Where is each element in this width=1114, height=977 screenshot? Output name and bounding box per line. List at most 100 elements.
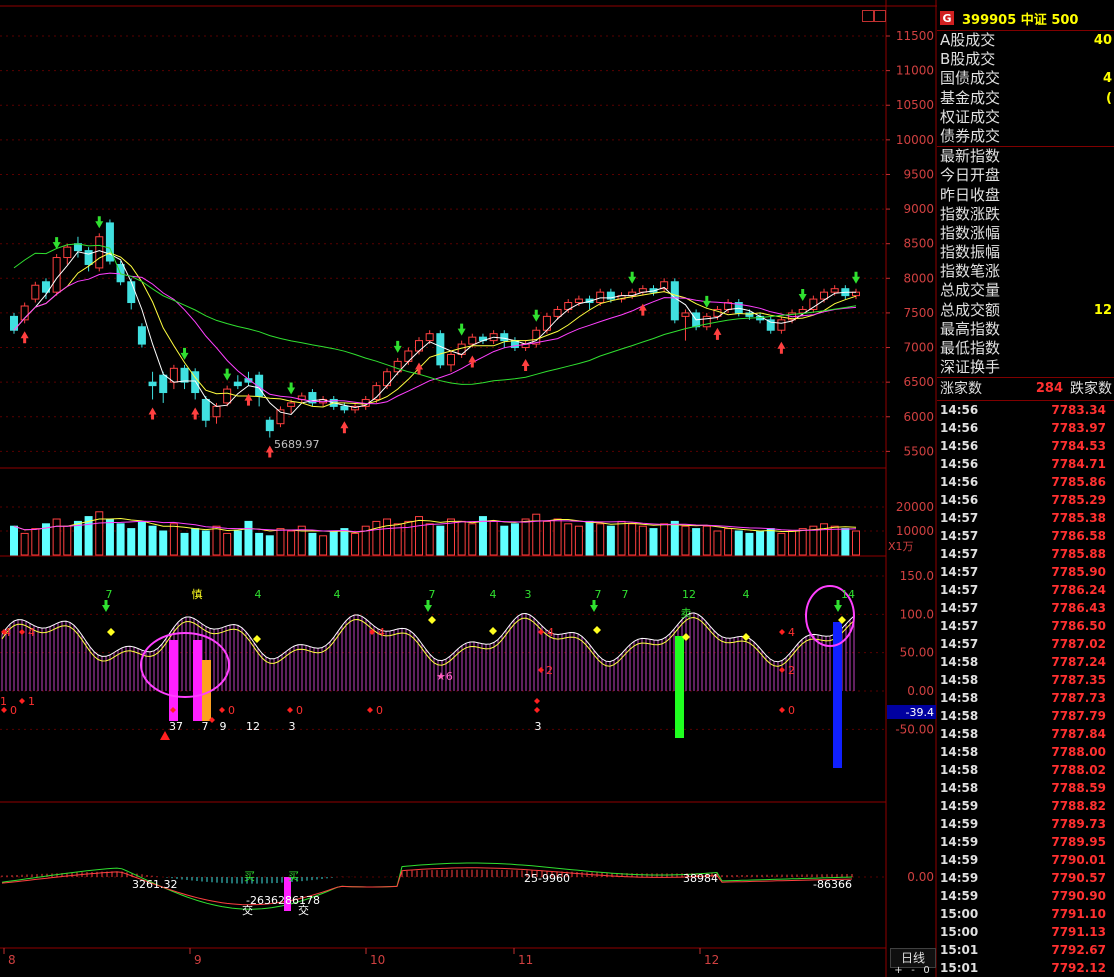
tick-time: 14:59 — [940, 799, 979, 814]
signal-count: 0 — [788, 704, 795, 717]
tick-row: 14:57 7785.90 — [937, 563, 1114, 581]
tick-price: 7791.13 — [1051, 925, 1106, 940]
buy-arrow-icon — [148, 407, 157, 420]
tick-list[interactable]: 14:56 7783.34 14:56 7783.97 14:56 7784.53 14:5… — [937, 401, 1114, 977]
volume-bar — [180, 532, 189, 556]
tick-row: 14:58 7788.59 — [937, 779, 1114, 797]
volume-bar — [169, 523, 178, 556]
tick-price: 7783.34 — [1051, 403, 1106, 418]
tick-row: 14:58 7787.35 — [937, 671, 1114, 689]
tick-time: 14:57 — [940, 565, 979, 580]
indicator-tick-label: -50.00 — [895, 722, 934, 736]
candle — [95, 236, 104, 269]
volume-bar — [617, 520, 626, 556]
macd-tick-label: 0.00 — [907, 870, 934, 884]
red-diamond-icon — [538, 629, 544, 635]
tick-price: 7787.79 — [1051, 709, 1106, 724]
volume-bar — [574, 525, 583, 556]
turnover-row-label: A股成交 — [940, 31, 996, 49]
indicator-tick-label: 50.00 — [900, 646, 934, 660]
price-tick-label: 5500 — [903, 444, 934, 458]
candle — [340, 405, 349, 411]
zoom-reset-icon[interactable]: 0 — [923, 966, 929, 977]
tick-row: 14:57 7786.58 — [937, 527, 1114, 545]
index-stat-row: 今日开盘 — [937, 166, 1114, 185]
candle — [31, 284, 40, 300]
yellow-diamond-icon — [489, 627, 497, 635]
indicator-panel[interactable]: 7 慎 4 4 7 4 3 7 7 12 4 14卖4 4 4 4 42 2★61 10 0 0 0 037 7 9 12 3 3 — [0, 585, 855, 768]
signal-count: 1 — [0, 695, 7, 708]
volume-bar — [521, 518, 530, 556]
volume-bar — [564, 523, 573, 556]
buy-label: 买 — [288, 870, 299, 883]
zoom-in-icon[interactable]: + — [894, 966, 902, 977]
volume-panel[interactable] — [10, 511, 860, 556]
yellow-diamond-icon — [253, 635, 261, 643]
volume-bar — [223, 532, 232, 556]
volume-bar — [585, 520, 594, 556]
tick-time: 14:59 — [940, 835, 979, 850]
candle — [265, 419, 274, 432]
g-badge: G — [940, 11, 954, 25]
quote-panel: G 399905 中证 500 A股成交 40 B股成交 国债成交 4 基金成交 (权证成交… — [937, 6, 1114, 977]
index-stat-row: 指数振幅 — [937, 243, 1114, 262]
index-code-title: 399905 中证 500 — [962, 12, 1079, 28]
tick-row: 15:00 7791.13 — [937, 923, 1114, 941]
volume-bar — [788, 530, 797, 556]
candle — [446, 353, 455, 366]
tick-row: 14:58 7787.24 — [937, 653, 1114, 671]
red-diamond-icon — [779, 629, 785, 635]
maximize-icon[interactable] — [874, 10, 886, 22]
candle — [201, 398, 210, 421]
tick-time: 14:58 — [940, 727, 979, 742]
month-label: 8 — [8, 953, 16, 967]
macd-panel[interactable]: 3261.32买 买-2636286178交 交25-9960 38984 -86366 — [1, 862, 853, 917]
volume-bar — [670, 520, 679, 556]
volume-bar — [52, 518, 61, 556]
index-stat-row: 最低指数 — [937, 339, 1114, 358]
candle — [287, 402, 296, 407]
index-stat-row-label: 昨日收盘 — [940, 185, 1001, 204]
signal-count: 4 — [334, 588, 341, 601]
month-label: 9 — [194, 953, 202, 967]
red-diamond-icon — [534, 698, 540, 704]
chart-area[interactable]: 5689.97 7 慎 4 4 7 4 3 7 7 12 4 14卖4 4 4 4 42 2★61 10 0 0 0 03… — [0, 0, 937, 977]
volume-tick-label: 10000 — [896, 524, 934, 538]
tick-price: 7791.10 — [1051, 907, 1106, 922]
tick-row: 14:59 7790.01 — [937, 851, 1114, 869]
price-panel[interactable]: 5689.97 — [10, 216, 861, 458]
quote-header: G 399905 中证 500 — [937, 6, 1114, 31]
bottom-count: 9 — [220, 720, 227, 733]
candle — [383, 371, 392, 387]
tick-row: 14:59 7789.95 — [937, 833, 1114, 851]
turnover-list: A股成交 40 B股成交 国债成交 4 基金成交 (权证成交 债券成交 — [937, 31, 1114, 146]
tick-row: 14:59 7789.73 — [937, 815, 1114, 833]
volume-bar — [372, 520, 381, 556]
macd-value-label: 25-9960 — [524, 872, 570, 885]
signal-count: 0 — [296, 704, 303, 717]
volume-bar — [31, 528, 40, 556]
price-tick-label: 7000 — [903, 341, 934, 355]
bottom-count: 3 — [289, 720, 296, 733]
candle — [404, 350, 413, 362]
tick-row: 14:56 7785.86 — [937, 473, 1114, 491]
magenta-bar — [193, 640, 202, 721]
tick-time: 14:56 — [940, 493, 979, 508]
tick-row: 14:59 7788.82 — [937, 797, 1114, 815]
index-stat-row-label: 今日开盘 — [940, 166, 1001, 185]
tick-price: 7783.97 — [1051, 421, 1106, 436]
yellow-diamond-icon — [428, 616, 436, 624]
volume-bar — [734, 530, 743, 556]
volume-bar — [468, 523, 477, 556]
restore-icon[interactable] — [862, 10, 874, 22]
zoom-out-icon[interactable]: - — [911, 966, 915, 977]
up-count: 284 — [1035, 381, 1063, 397]
buy-arrow-icon — [244, 393, 253, 406]
signal-count: 1 — [28, 695, 35, 708]
red-diamond-icon — [19, 698, 25, 704]
tick-row: 14:56 7783.34 — [937, 401, 1114, 419]
sell-arrow-icon — [532, 309, 541, 322]
tick-price: 7790.90 — [1051, 889, 1106, 904]
signal-count: 4 — [743, 588, 750, 601]
sell-arrow-icon — [287, 382, 296, 395]
